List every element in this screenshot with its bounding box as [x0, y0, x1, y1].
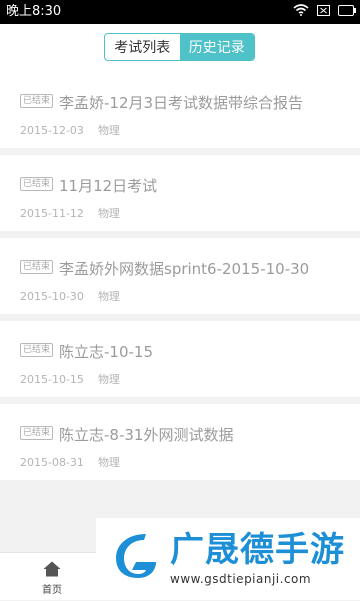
record-subject: 物理 [97, 124, 120, 137]
list-item[interactable]: 已结束 李孟娇-12月3日考试数据带综合报告 2015-12-03 物理 [0, 72, 360, 148]
tab-history[interactable]: 历史记录 [179, 34, 254, 60]
history-list: 已结束 李孟娇-12月3日考试数据带综合报告 2015-12-03 物理 已结束 … [0, 72, 360, 487]
record-subject: 物理 [97, 456, 120, 469]
sim-none-icon [317, 4, 330, 16]
record-meta: 2015-10-15 物理 [20, 371, 120, 387]
wifi-icon [293, 4, 309, 16]
battery-icon [338, 4, 356, 16]
status-time: 晚上8:30 [6, 4, 62, 19]
record-title: 陈立志-10-15 [59, 343, 153, 361]
watermark-url: www.gsdtiepianji.com [170, 572, 312, 586]
record-title: 陈立志-8-31外网测试数据 [59, 426, 234, 444]
tab-home[interactable]: 首页 [7, 553, 97, 601]
record-meta: 2015-08-31 物理 [20, 454, 120, 470]
record-title: 李孟娇外网数据sprint6-2015-10-30 [59, 260, 310, 278]
tab-exam-list[interactable]: 考试列表 [105, 34, 180, 60]
record-date: 2015-10-30 [20, 290, 84, 303]
record-subject: 物理 [97, 290, 120, 303]
list-item[interactable]: 已结束 李孟娇外网数据sprint6-2015-10-30 2015-10-30… [0, 238, 360, 314]
list-item[interactable]: 已结束 11月12日考试 2015-11-12 物理 [0, 155, 360, 231]
record-subject: 物理 [97, 207, 120, 220]
record-meta: 2015-10-30 物理 [20, 288, 120, 304]
status-bar: 晚上8:30 [0, 0, 360, 24]
segmented-control: 考试列表 历史记录 [104, 33, 255, 61]
record-subject: 物理 [97, 373, 120, 386]
record-title: 李孟娇-12月3日考试数据带综合报告 [59, 94, 304, 112]
status-badge: 已结束 [20, 343, 54, 357]
status-badge: 已结束 [20, 177, 54, 191]
watermark-title: 广晟德手游 [170, 530, 345, 570]
record-meta: 2015-12-03 物理 [20, 122, 120, 138]
record-meta: 2015-11-12 物理 [20, 205, 120, 221]
watermark: 广晟德手游 www.gsdtiepianji.com [96, 518, 360, 600]
status-badge: 已结束 [20, 426, 54, 440]
list-item[interactable]: 已结束 陈立志-10-15 2015-10-15 物理 [0, 321, 360, 397]
header: 考试列表 历史记录 [0, 24, 360, 72]
record-date: 2015-12-03 [20, 124, 84, 137]
watermark-logo-icon [116, 534, 156, 578]
record-date: 2015-08-31 [20, 456, 84, 469]
list-item[interactable]: 已结束 陈立志-8-31外网测试数据 2015-08-31 物理 [0, 404, 360, 480]
record-date: 2015-11-12 [20, 207, 84, 220]
status-badge: 已结束 [20, 260, 54, 274]
home-icon [43, 561, 61, 577]
tab-home-label: 首页 [42, 585, 62, 596]
record-date: 2015-10-15 [20, 373, 84, 386]
status-badge: 已结束 [20, 94, 54, 108]
status-icons [293, 4, 356, 16]
record-title: 11月12日考试 [59, 177, 158, 195]
